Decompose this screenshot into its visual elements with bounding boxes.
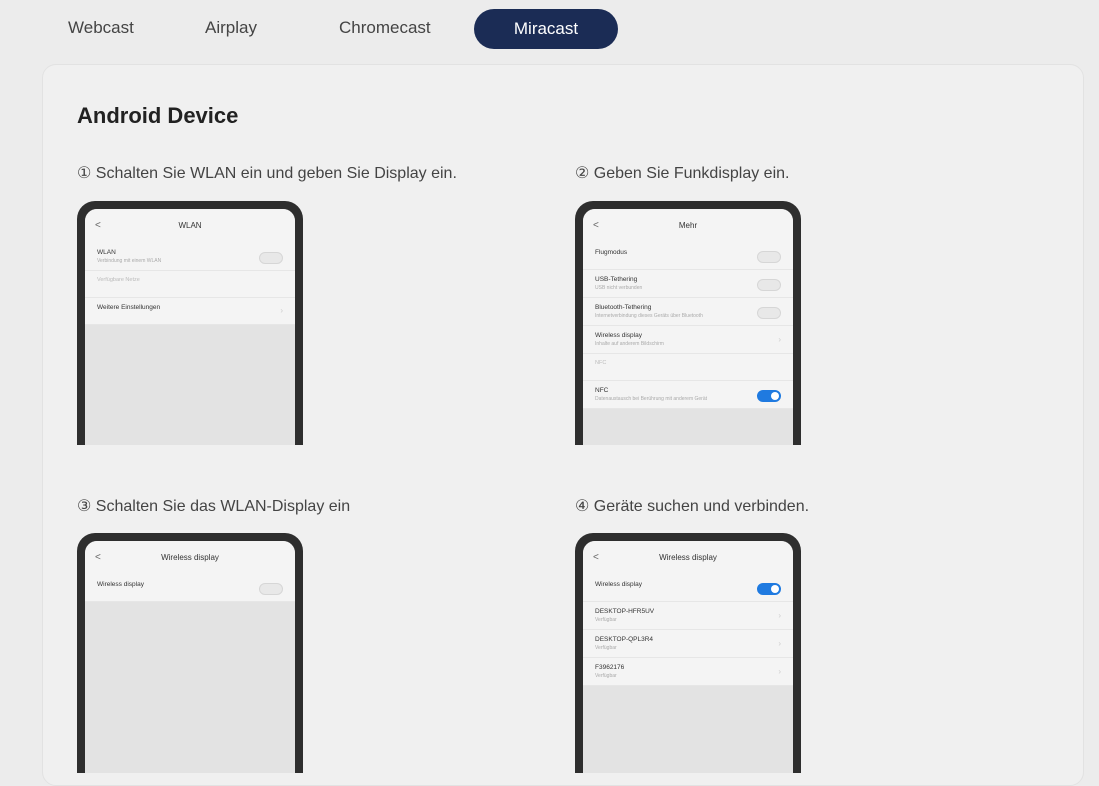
- phone-setting-label: Weitere Einstellungen: [97, 304, 161, 311]
- toggle-switch: [757, 278, 781, 291]
- back-arrow-icon: <: [593, 552, 599, 563]
- phone-setting-row: Weitere Einstellungen ›: [85, 298, 295, 325]
- phone-setting-label: NFC: [595, 360, 607, 366]
- tab-airplay[interactable]: Airplay: [205, 9, 257, 47]
- toggle-switch: [757, 306, 781, 319]
- phone-screen: < Mehr Flugmodus USB-Tethering USB nicht ver…: [583, 209, 793, 445]
- phone-setting-sub: Internetverbindung dieses Geräts über Bl…: [595, 313, 703, 319]
- phone-setting-row: Flugmodus: [583, 243, 793, 270]
- phone-screen: < WLAN WLAN Verbindung mit einem WLAN Verfüg…: [85, 209, 295, 445]
- phone-setting-label: WLAN: [97, 249, 116, 256]
- phone-screen-title: Wireless display: [161, 553, 219, 562]
- back-arrow-icon: <: [95, 220, 101, 231]
- phone-setting-row: NFC Datenaustausch bei Berührung mit ande…: [583, 381, 793, 409]
- phone-screen-title: WLAN: [178, 221, 202, 230]
- chevron-right-icon: ›: [778, 334, 781, 344]
- phone-setting-row: Bluetooth-Tethering Internetverbindung di…: [583, 298, 793, 326]
- phone-screenshot-step-3: < Wireless display Wireless display: [77, 533, 303, 773]
- phone-setting-row: DESKTOP-QPL3R4 Verfügbar ›: [583, 630, 793, 658]
- phone-setting-row: USB-Tethering USB nicht verbunden: [583, 270, 793, 298]
- phone-setting-sub: Datenaustausch bei Berührung mit anderem…: [595, 396, 708, 402]
- phone-setting-sub: Verfügbar: [595, 617, 617, 623]
- phone-setting-label: Wireless display: [595, 332, 642, 339]
- phone-screen: < Wireless display Wireless display DESKTOP…: [583, 541, 793, 773]
- toggle-switch: [259, 583, 283, 595]
- toggle-switch: [757, 251, 781, 263]
- phone-setting-sub: USB nicht verbunden: [595, 285, 643, 291]
- phone-setting-label: Flugmodus: [595, 249, 628, 256]
- phone-setting-row: F3962176 Verfügbar ›: [583, 658, 793, 686]
- phone-screenshot-step-1: < WLAN WLAN Verbindung mit einem WLAN Verfüg…: [77, 201, 303, 445]
- chevron-right-icon: ›: [280, 306, 283, 315]
- phone-setting-label: DESKTOP-QPL3R4: [595, 636, 654, 643]
- toggle-switch: [757, 583, 781, 595]
- phone-setting-label: Bluetooth-Tethering: [595, 304, 652, 311]
- phone-setting-row: Verfügbare Netze: [85, 271, 295, 298]
- phone-setting-row: NFC: [583, 354, 793, 381]
- phone-setting-label: DESKTOP-HFR5UV: [595, 608, 655, 615]
- phone-screen-header: < Wireless display: [85, 541, 295, 575]
- phone-setting-label: USB-Tethering: [595, 276, 638, 283]
- toggle-switch: [757, 389, 781, 402]
- phone-screen-header: < Wireless display: [583, 541, 793, 575]
- back-arrow-icon: <: [593, 220, 599, 231]
- step-2-label: ② Geben Sie Funkdisplay ein.: [575, 165, 790, 182]
- phone-setting-label: Verfügbare Netze: [97, 277, 140, 283]
- phone-setting-sub: Verfügbar: [595, 645, 617, 651]
- chevron-right-icon: ›: [778, 666, 781, 676]
- chevron-right-icon: ›: [778, 610, 781, 620]
- phone-setting-row: Wireless display: [85, 575, 295, 602]
- section-title: Android Device: [77, 103, 239, 128]
- instructions-panel: Android Device ① Schalten Sie WLAN ein u…: [42, 64, 1084, 786]
- phone-setting-label: F3962176: [595, 664, 625, 671]
- phone-setting-row: WLAN Verbindung mit einem WLAN: [85, 243, 295, 271]
- chevron-right-icon: ›: [778, 638, 781, 648]
- phone-setting-row: Wireless display Inhalte auf anderem Bild…: [583, 326, 793, 354]
- phone-screenshot-step-4: < Wireless display Wireless display DESKTOP…: [575, 533, 801, 773]
- phone-screen-title: Wireless display: [659, 553, 717, 562]
- phone-setting-sub: Inhalte auf anderem Bildschirm: [595, 341, 664, 347]
- tab-chromecast[interactable]: Chromecast: [339, 9, 431, 47]
- phone-screen: < Wireless display Wireless display: [85, 541, 295, 773]
- phone-screenshot-step-2: < Mehr Flugmodus USB-Tethering USB nicht ver…: [575, 201, 801, 445]
- phone-setting-row: DESKTOP-HFR5UV Verfügbar ›: [583, 602, 793, 630]
- mirror-mode-tabs: Webcast Airplay Chromecast Miracast: [42, 6, 1082, 50]
- phone-setting-sub: Verfügbar: [595, 673, 617, 679]
- phone-screen-header: < WLAN: [85, 209, 295, 243]
- step-3-label: ③ Schalten Sie das WLAN-Display ein: [77, 498, 351, 515]
- phone-screen-header: < Mehr: [583, 209, 793, 243]
- phone-setting-label: Wireless display: [595, 581, 642, 588]
- toggle-switch: [259, 251, 283, 264]
- back-arrow-icon: <: [95, 552, 101, 563]
- phone-setting-sub: Verbindung mit einem WLAN: [97, 258, 162, 264]
- tab-miracast[interactable]: Miracast: [474, 9, 618, 49]
- step-1-label: ① Schalten Sie WLAN ein und geben Sie Di…: [77, 165, 457, 182]
- tab-webcast[interactable]: Webcast: [68, 9, 134, 47]
- phone-setting-row: Wireless display: [583, 575, 793, 602]
- phone-setting-label: NFC: [595, 387, 609, 394]
- phone-screen-title: Mehr: [678, 221, 698, 230]
- phone-setting-label: Wireless display: [97, 581, 144, 588]
- step-4-label: ④ Geräte suchen und verbinden.: [575, 498, 810, 515]
